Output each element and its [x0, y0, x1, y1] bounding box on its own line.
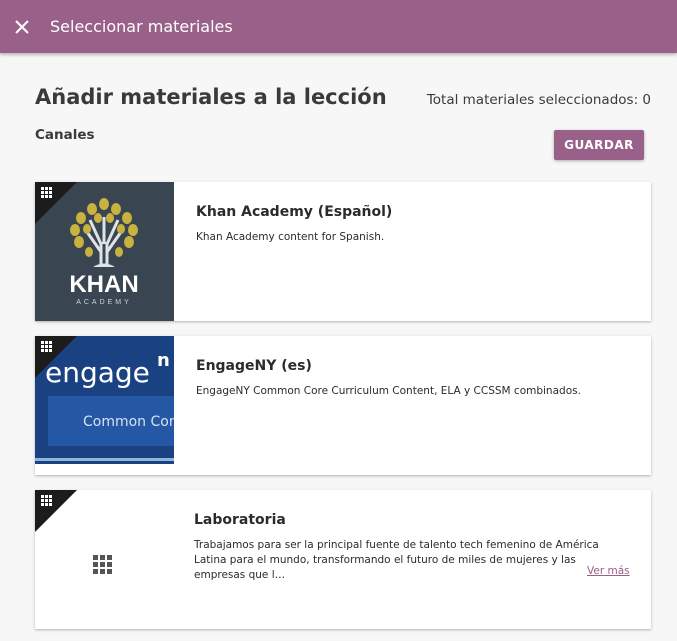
channel-thumbnail: engage n Common Cor	[35, 336, 174, 475]
channel-card-khan-academy[interactable]: KHAN ACADEMY Khan Academy (Español) Khan…	[35, 182, 651, 321]
svg-text:Common Cor: Common Cor	[83, 414, 174, 430]
apps-grid-icon	[41, 341, 52, 352]
apps-grid-icon	[41, 495, 52, 506]
channel-description: EngageNY Common Core Curriculum Content,…	[196, 385, 581, 397]
svg-text:KHAN: KHAN	[69, 271, 138, 298]
app-bar: Seleccionar materiales	[0, 0, 677, 53]
close-icon	[15, 19, 29, 34]
selected-count: Total materiales seleccionados: 0	[426, 92, 651, 108]
channel-title: EngageNY (es)	[196, 358, 312, 374]
app-bar-title: Seleccionar materiales	[50, 17, 233, 36]
channel-thumbnail: KHAN ACADEMY	[35, 182, 174, 321]
channel-description: Khan Academy content for Spanish.	[196, 231, 385, 243]
apps-grid-icon	[93, 555, 112, 574]
apps-grid-icon	[41, 187, 52, 198]
channel-card-laboratoria[interactable]: Laboratoria Trabajamos para ser la princ…	[35, 490, 651, 629]
svg-text:ACADEMY: ACADEMY	[76, 299, 132, 306]
close-button[interactable]	[0, 0, 44, 53]
channel-card-engageny[interactable]: engage n Common Cor EngageNY (es) Engage…	[35, 336, 651, 475]
page-title: Añadir materiales a la lección	[35, 85, 387, 109]
save-button[interactable]: GUARDAR	[554, 130, 644, 160]
channel-thumbnail	[35, 490, 174, 629]
channel-title: Khan Academy (Español)	[196, 204, 393, 220]
channel-title: Laboratoria	[194, 512, 286, 528]
channel-description: Trabajamos para ser la principal fuente …	[194, 539, 599, 581]
see-more-link[interactable]: Ver más	[587, 565, 630, 577]
section-label-channels: Canales	[35, 127, 95, 143]
svg-text:n: n	[157, 350, 170, 371]
